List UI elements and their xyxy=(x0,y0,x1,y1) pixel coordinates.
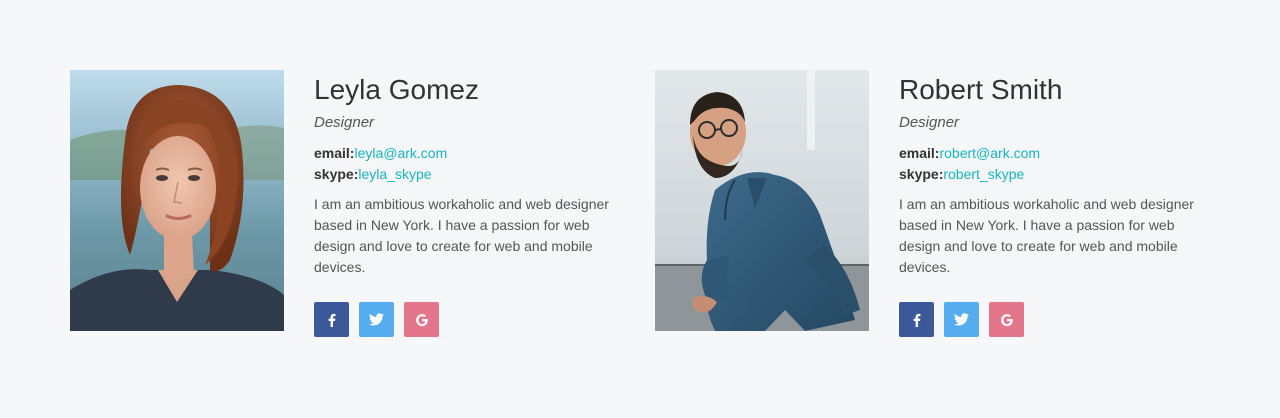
member-photo xyxy=(70,70,284,331)
member-info: Leyla Gomez Designer email:leyla@ark.com… xyxy=(314,70,634,337)
team-section: Leyla Gomez Designer email:leyla@ark.com… xyxy=(0,0,1280,418)
member-photo xyxy=(655,70,869,331)
social-links xyxy=(899,302,1024,337)
team-member-card: Robert Smith Designer email:robert@ark.c… xyxy=(655,70,1215,350)
google-plus-icon xyxy=(415,313,428,326)
skype-link[interactable]: robert_skype xyxy=(943,166,1024,182)
member-role: Designer xyxy=(899,114,960,131)
email-link[interactable]: leyla@ark.com xyxy=(354,145,447,161)
google-plus-button[interactable] xyxy=(989,302,1024,337)
member-contact: email:robert@ark.com skype:robert_skype xyxy=(899,143,1219,185)
social-links xyxy=(314,302,439,337)
member-role: Designer xyxy=(314,114,375,131)
twitter-icon xyxy=(369,313,384,326)
team-member-card: Leyla Gomez Designer email:leyla@ark.com… xyxy=(70,70,630,350)
email-link[interactable]: robert@ark.com xyxy=(939,145,1040,161)
google-plus-button[interactable] xyxy=(404,302,439,337)
facebook-icon xyxy=(328,313,335,327)
facebook-button[interactable] xyxy=(899,302,934,337)
email-row: email:leyla@ark.com xyxy=(314,143,634,164)
member-name: Robert Smith xyxy=(899,74,1063,105)
twitter-button[interactable] xyxy=(359,302,394,337)
skype-label: skype: xyxy=(314,166,359,182)
member-bio: I am an ambitious workaholic and web des… xyxy=(899,196,1194,275)
skype-link[interactable]: leyla_skype xyxy=(358,166,431,182)
google-plus-icon xyxy=(1000,313,1013,326)
email-label: email: xyxy=(314,145,355,161)
member-name: Leyla Gomez xyxy=(314,74,479,105)
skype-row: skype:leyla_skype xyxy=(314,164,634,185)
member-info: Robert Smith Designer email:robert@ark.c… xyxy=(899,70,1219,337)
twitter-icon xyxy=(954,313,969,326)
twitter-button[interactable] xyxy=(944,302,979,337)
email-row: email:robert@ark.com xyxy=(899,143,1219,164)
facebook-icon xyxy=(913,313,920,327)
facebook-button[interactable] xyxy=(314,302,349,337)
email-label: email: xyxy=(899,145,940,161)
member-contact: email:leyla@ark.com skype:leyla_skype xyxy=(314,143,634,185)
member-bio: I am an ambitious workaholic and web des… xyxy=(314,196,609,275)
skype-row: skype:robert_skype xyxy=(899,164,1219,185)
skype-label: skype: xyxy=(899,166,944,182)
